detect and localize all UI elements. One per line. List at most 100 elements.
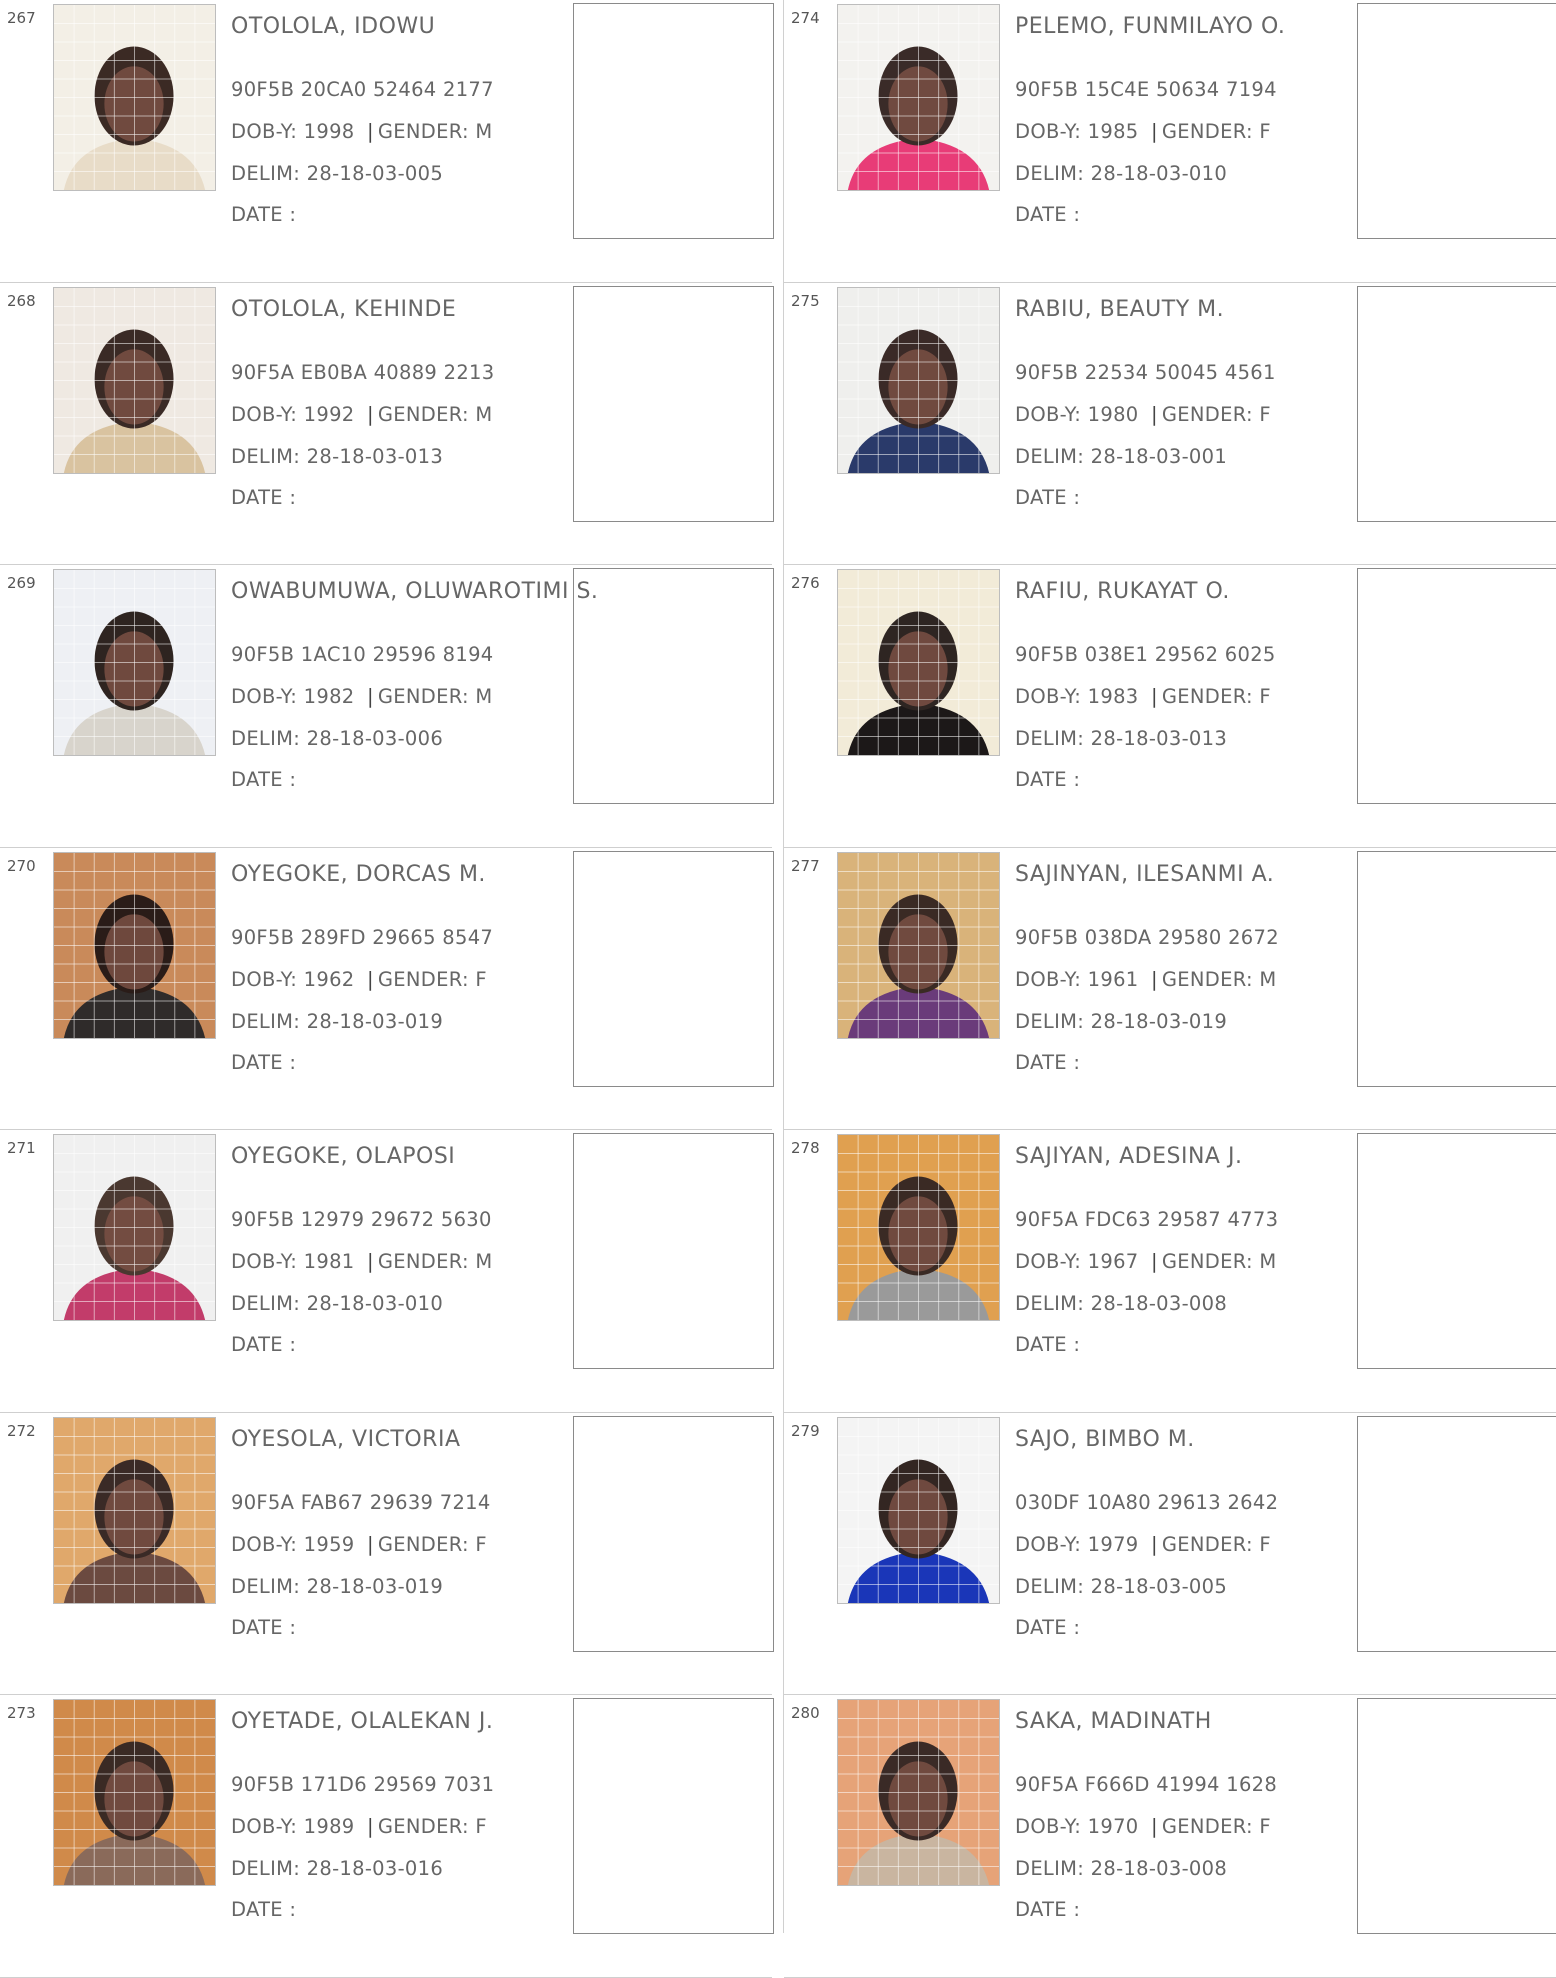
dob-year: 1962 bbox=[303, 967, 355, 991]
entry-number: 268 bbox=[7, 291, 36, 310]
thumbprint-box bbox=[573, 850, 774, 1087]
voter-id-number: 90F5B 15C4E 50634 7194 bbox=[1015, 78, 1277, 101]
delim-label: DELIM: bbox=[231, 1009, 301, 1033]
voter-name: OWABUMUWA, OLUWAROTIMI S. bbox=[231, 579, 599, 604]
date-line: DATE : bbox=[1015, 1615, 1081, 1639]
dob-label: DOB-Y: bbox=[231, 685, 298, 708]
dob-label: DOB-Y: bbox=[1015, 120, 1082, 143]
delim-line: DELIM: 28-18-03-006 bbox=[231, 727, 443, 750]
delim-value: 28-18-03-016 bbox=[306, 1857, 444, 1880]
dob-year: 1970 bbox=[1087, 1815, 1139, 1838]
voter-name: OYEGOKE, DORCAS M. bbox=[231, 861, 486, 887]
gender-value: M bbox=[1259, 1250, 1277, 1273]
dob-gender-line: DOB-Y: 1989 | GENDER: F bbox=[231, 1815, 487, 1838]
delim-label: DELIM: bbox=[231, 444, 301, 468]
gender-value: F bbox=[1259, 402, 1271, 426]
gender-label: GENDER: bbox=[377, 402, 469, 426]
register-entry: 272 OYESOLA, VICTORIA 90F5A FAB67 29639 … bbox=[0, 1413, 774, 1695]
entry-number: 277 bbox=[791, 856, 820, 875]
portrait-image bbox=[54, 1135, 215, 1320]
dob-label: DOB-Y: bbox=[1015, 1815, 1082, 1838]
dob-label: DOB-Y: bbox=[231, 402, 298, 426]
register-entry: 267 OTOLOLA, IDOWU 90F5B 20CA0 52464 217… bbox=[0, 0, 774, 283]
delim-line: DELIM: 28-18-03-010 bbox=[231, 1292, 443, 1315]
date-line: DATE : bbox=[231, 485, 297, 509]
dob-year: 1982 bbox=[303, 685, 355, 708]
entry-number: 276 bbox=[791, 574, 820, 592]
voter-name: RABIU, BEAUTY M. bbox=[1015, 296, 1225, 322]
date-line: DATE : bbox=[1015, 768, 1081, 791]
thumbprint-box bbox=[1357, 1415, 1556, 1652]
voter-name: PELEMO, FUNMILAYO O. bbox=[1015, 14, 1286, 39]
thumbprint-box bbox=[573, 1415, 774, 1652]
thumbprint-box bbox=[573, 285, 774, 522]
delim-value: 28-18-03-008 bbox=[1090, 1857, 1228, 1880]
portrait-image bbox=[54, 1700, 215, 1885]
thumbprint-box bbox=[1357, 285, 1556, 522]
dob-label: DOB-Y: bbox=[1015, 402, 1082, 426]
voter-id-number: 90F5A FAB67 29639 7214 bbox=[231, 1490, 491, 1514]
voter-photo bbox=[837, 286, 1000, 474]
gender-separator: | bbox=[1150, 967, 1158, 991]
delim-value: 28-18-03-019 bbox=[306, 1574, 444, 1598]
delim-line: DELIM: 28-18-03-019 bbox=[231, 1575, 443, 1598]
voter-name: SAKA, MADINATH bbox=[1015, 1709, 1212, 1734]
gender-separator: | bbox=[366, 402, 374, 426]
delim-value: 28-18-03-010 bbox=[306, 1292, 444, 1315]
date-line: DATE : bbox=[231, 1050, 297, 1074]
gender-separator: | bbox=[366, 120, 374, 143]
voter-id-number: 90F5A EB0BA 40889 2213 bbox=[231, 360, 495, 384]
register-entry: 273 OYETADE, OLALEKAN J. 90F5B 171D6 295… bbox=[0, 1695, 774, 1978]
voter-id-number: 90F5B 12979 29672 5630 bbox=[231, 1208, 492, 1231]
register-entry: 279 SAJO, BIMBO M. 030DF 10A80 29613 264… bbox=[784, 1413, 1556, 1695]
dob-gender-line: DOB-Y: 1980 | GENDER: F bbox=[1015, 403, 1271, 426]
entry-number: 278 bbox=[791, 1139, 820, 1157]
portrait-image bbox=[838, 287, 999, 473]
delim-label: DELIM: bbox=[1015, 162, 1085, 185]
gender-label: GENDER: bbox=[377, 1250, 469, 1273]
portrait-image bbox=[838, 1417, 999, 1603]
voter-register-sheet: 267 OTOLOLA, IDOWU 90F5B 20CA0 52464 217… bbox=[0, 0, 1556, 1978]
voter-photo bbox=[837, 1416, 1000, 1604]
register-entry: 280 SAKA, MADINATH 90F5A F666D 41994 162… bbox=[784, 1695, 1556, 1978]
delim-label: DELIM: bbox=[1015, 444, 1085, 468]
delim-label: DELIM: bbox=[1015, 1857, 1085, 1880]
gender-value: F bbox=[1259, 685, 1271, 708]
dob-year: 1983 bbox=[1087, 685, 1139, 708]
delim-label: DELIM: bbox=[1015, 727, 1085, 750]
delim-value: 28-18-03-005 bbox=[1090, 1574, 1228, 1598]
date-line: DATE : bbox=[1015, 485, 1081, 509]
right-column: 274 PELEMO, FUNMILAYO O. 90F5B 15C4E 506… bbox=[784, 0, 1556, 1978]
date-line: DATE : bbox=[231, 768, 297, 791]
register-entry: 277 SAJINYAN, ILESANMI A. 90F5B 038DA 29… bbox=[784, 848, 1556, 1130]
gender-value: F bbox=[1259, 1815, 1271, 1838]
voter-name: SAJIYAN, ADESINA J. bbox=[1015, 1144, 1243, 1169]
voter-photo bbox=[837, 851, 1000, 1039]
entry-number: 273 bbox=[7, 1704, 36, 1722]
voter-photo bbox=[53, 286, 216, 474]
thumbprint-box bbox=[1357, 1698, 1556, 1934]
delim-line: DELIM: 28-18-03-001 bbox=[1015, 445, 1227, 468]
voter-photo bbox=[53, 4, 216, 191]
date-line: DATE : bbox=[1015, 1050, 1081, 1074]
gender-value: F bbox=[475, 1532, 487, 1556]
dob-gender-line: DOB-Y: 1970 | GENDER: F bbox=[1015, 1815, 1271, 1838]
thumbprint-box bbox=[573, 3, 774, 239]
gender-value: F bbox=[1259, 1532, 1271, 1556]
gender-separator: | bbox=[366, 1815, 374, 1838]
gender-separator: | bbox=[366, 1250, 374, 1273]
dob-gender-line: DOB-Y: 1981 | GENDER: M bbox=[231, 1250, 492, 1273]
gender-separator: | bbox=[1150, 1815, 1158, 1838]
date-line: DATE : bbox=[231, 1333, 297, 1356]
entry-number: 269 bbox=[7, 574, 36, 592]
dob-year: 1979 bbox=[1087, 1532, 1139, 1556]
delim-label: DELIM: bbox=[1015, 1292, 1085, 1315]
voter-photo bbox=[53, 851, 216, 1039]
dob-year: 1989 bbox=[303, 1815, 355, 1838]
gender-separator: | bbox=[1150, 1532, 1158, 1556]
dob-year: 1985 bbox=[1087, 120, 1139, 143]
portrait-image bbox=[54, 5, 215, 190]
dob-year: 1967 bbox=[1087, 1250, 1139, 1273]
register-entry: 271 OYEGOKE, OLAPOSI 90F5B 12979 29672 5… bbox=[0, 1130, 774, 1413]
voter-photo bbox=[837, 4, 1000, 191]
